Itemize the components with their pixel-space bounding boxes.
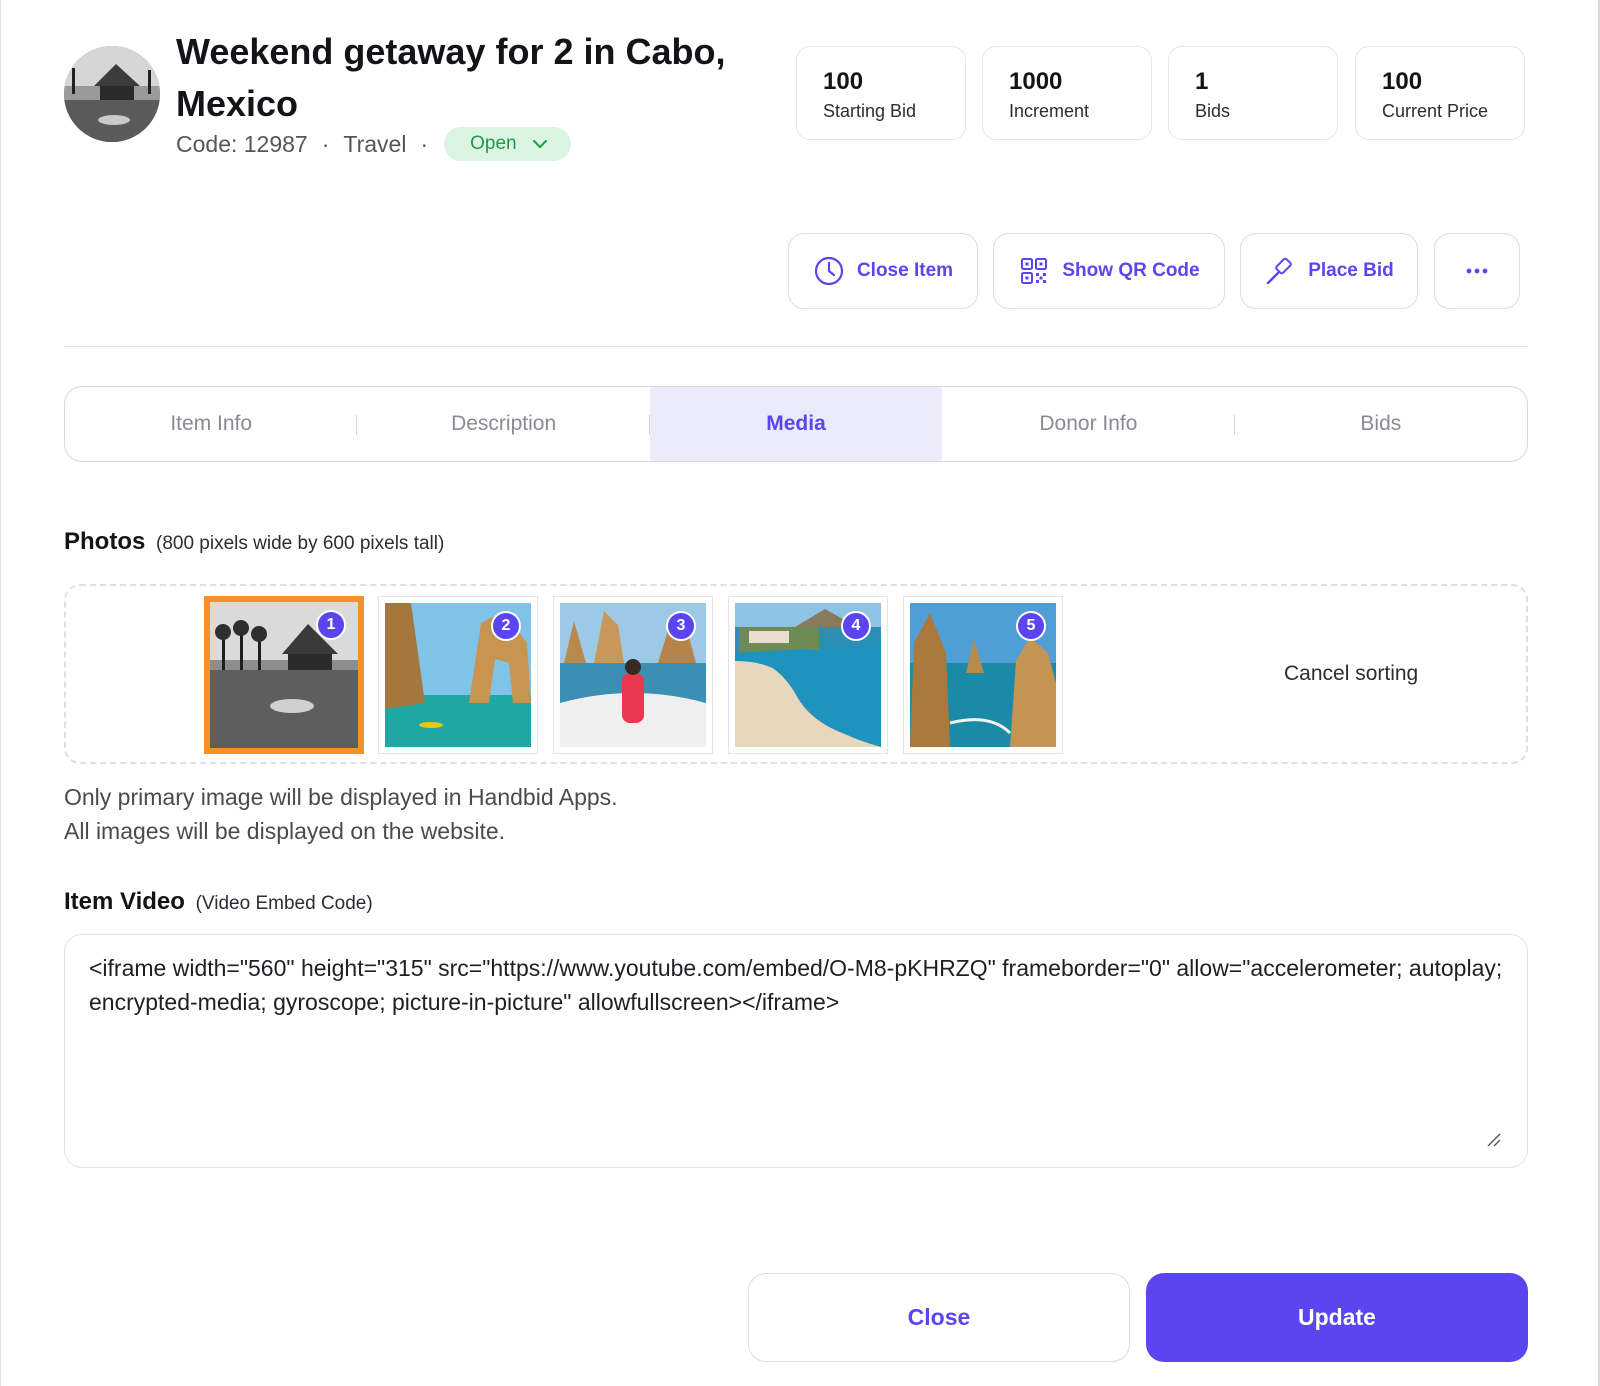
tab-label: Bids	[1360, 412, 1402, 435]
video-label: Item Video	[64, 888, 185, 915]
item-category: Travel	[343, 130, 407, 157]
photos-note-line1: Only primary image will be displayed in …	[64, 784, 618, 810]
status-dropdown[interactable]: Open	[444, 127, 571, 161]
photos-note: Only primary image will be displayed in …	[64, 780, 618, 848]
page-left-edge	[0, 0, 1, 1386]
tab-media[interactable]: Media	[649, 387, 943, 461]
stat-increment: 1000 Increment	[982, 46, 1152, 140]
video-sublabel: (Video Embed Code)	[195, 893, 373, 914]
photo-order-badge: 2	[491, 611, 521, 641]
qr-code-icon	[1021, 258, 1048, 284]
stat-current-price: 100 Current Price	[1355, 46, 1525, 140]
tab-item-info[interactable]: Item Info	[65, 387, 358, 461]
stat-value: 100	[1382, 68, 1423, 95]
photo-thumbnail[interactable]: 4	[728, 596, 888, 754]
video-embed-textarea[interactable]: <iframe width="560" height="315" src="ht…	[64, 934, 1528, 1168]
close-item-button[interactable]: Close Item	[788, 233, 978, 309]
tab-label: Media	[766, 412, 826, 435]
stat-value: 100	[823, 68, 864, 95]
stat-label: Starting Bid	[823, 101, 917, 121]
item-code: Code: 12987	[176, 130, 308, 157]
stat-label: Bids	[1195, 101, 1231, 121]
stat-label: Current Price	[1382, 101, 1489, 121]
stat-value: 1000	[1009, 68, 1063, 95]
tab-label: Item Info	[170, 412, 253, 435]
stat-label: Increment	[1009, 101, 1090, 121]
stat-bids: 1 Bids	[1168, 46, 1338, 140]
photo-order-badge: 3	[666, 611, 696, 641]
tab-description[interactable]: Description	[357, 387, 650, 461]
photo-thumbnail-primary[interactable]: 1	[204, 596, 364, 754]
meta-separator: ·	[420, 130, 429, 157]
tab-bids[interactable]: Bids	[1235, 387, 1527, 461]
tab-bar: Item Info Description Media Donor Info B…	[64, 386, 1528, 462]
chevron-down-icon	[532, 140, 547, 148]
place-bid-button[interactable]: Place Bid	[1240, 233, 1418, 309]
photos-label: Photos	[64, 528, 146, 555]
photo-order-badge: 4	[841, 611, 871, 641]
status-label: Open	[470, 133, 517, 154]
item-meta: Code: 12987 · Travel · Open	[176, 126, 571, 162]
close-item-label: Close Item	[856, 260, 954, 281]
close-button[interactable]: Close	[748, 1273, 1130, 1362]
stat-starting-bid: 100 Starting Bid	[796, 46, 966, 140]
gavel-icon	[1267, 257, 1293, 285]
meta-separator: ·	[321, 130, 330, 157]
item-title: Weekend getaway for 2 in Cabo, Mexico	[176, 31, 726, 124]
stat-value: 1	[1195, 68, 1209, 95]
photo-thumbnail[interactable]: 2	[378, 596, 538, 754]
video-heading: Item Video (Video Embed Code)	[64, 888, 373, 916]
cancel-sorting-link[interactable]: Cancel sorting	[1284, 662, 1418, 686]
header-divider	[64, 346, 1528, 347]
photo-thumbnail[interactable]: 3	[553, 596, 713, 754]
photo-order-badge: 5	[1016, 611, 1046, 641]
clock-icon	[814, 256, 844, 286]
photo-order-badge: 1	[316, 610, 346, 640]
show-qr-label: Show QR Code	[1062, 260, 1200, 281]
tab-label: Description	[451, 412, 557, 435]
place-bid-label: Place Bid	[1308, 260, 1394, 281]
photo-thumbnail[interactable]: 5	[903, 596, 1063, 754]
update-button[interactable]: Update	[1146, 1273, 1528, 1362]
show-qr-code-button[interactable]: Show QR Code	[993, 233, 1225, 309]
tab-label: Donor Info	[1039, 412, 1138, 435]
more-horizontal-icon	[1466, 268, 1488, 274]
photos-heading: Photos (800 pixels wide by 600 pixels ta…	[64, 528, 444, 556]
photos-note-line2: All images will be displayed on the webs…	[64, 818, 506, 844]
resize-handle-icon[interactable]	[1486, 1132, 1502, 1148]
more-options-button[interactable]	[1434, 233, 1520, 309]
tab-donor-info[interactable]: Donor Info	[942, 387, 1235, 461]
item-avatar	[64, 46, 160, 142]
photos-sublabel: (800 pixels wide by 600 pixels tall)	[156, 533, 445, 554]
